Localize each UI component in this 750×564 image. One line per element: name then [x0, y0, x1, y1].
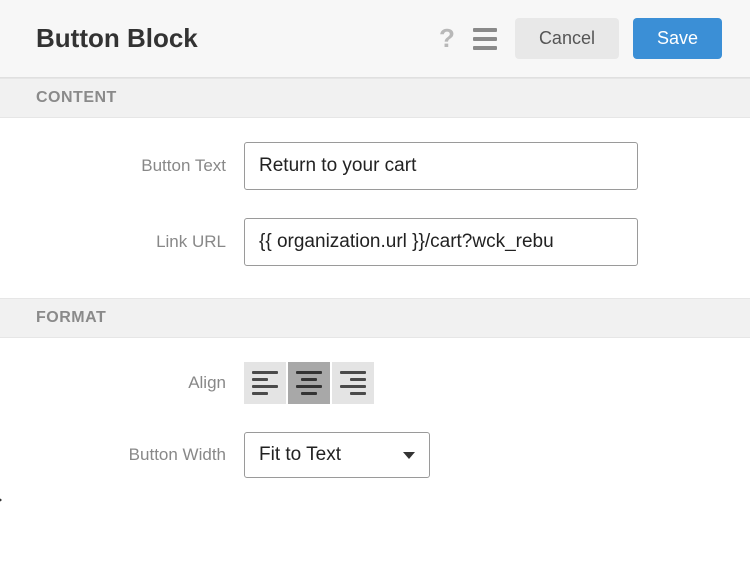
label-align: Align: [36, 373, 244, 393]
edge-arrow-icon: [0, 490, 2, 510]
row-align: Align: [36, 362, 714, 404]
align-right-button[interactable]: [332, 362, 374, 404]
button-text-value: Return to your cart: [259, 155, 416, 177]
section-header-content: CONTENT: [0, 78, 750, 118]
header-actions: ? Cancel Save: [439, 18, 722, 59]
button-width-value: Fit to Text: [259, 444, 341, 466]
section-header-format: FORMAT: [0, 298, 750, 338]
align-right-icon: [340, 371, 366, 374]
chevron-down-icon: [403, 452, 415, 459]
row-button-text: Button Text Return to your cart: [36, 142, 714, 190]
row-link-url: Link URL {{ organization.url }}/cart?wck…: [36, 218, 714, 266]
panel-header: Button Block ? Cancel Save: [0, 0, 750, 78]
save-button[interactable]: Save: [633, 18, 722, 59]
label-button-text: Button Text: [36, 156, 244, 176]
panel-title: Button Block: [36, 23, 198, 54]
align-center-button[interactable]: [288, 362, 330, 404]
align-center-icon: [296, 371, 322, 374]
label-button-width: Button Width: [36, 445, 244, 465]
link-url-input[interactable]: {{ organization.url }}/cart?wck_rebu: [244, 218, 638, 266]
link-url-value: {{ organization.url }}/cart?wck_rebu: [259, 231, 554, 253]
label-link-url: Link URL: [36, 232, 244, 252]
button-text-input[interactable]: Return to your cart: [244, 142, 638, 190]
cancel-button[interactable]: Cancel: [515, 18, 619, 59]
align-left-icon: [252, 371, 278, 374]
section-body-content: Button Text Return to your cart Link URL…: [0, 118, 750, 298]
menu-icon[interactable]: [469, 24, 501, 54]
row-button-width: Button Width Fit to Text: [36, 432, 714, 478]
help-icon[interactable]: ?: [439, 23, 455, 54]
section-body-format: Align Button Width: [0, 338, 750, 510]
align-button-group: [244, 362, 374, 404]
align-left-button[interactable]: [244, 362, 286, 404]
button-width-select[interactable]: Fit to Text: [244, 432, 430, 478]
